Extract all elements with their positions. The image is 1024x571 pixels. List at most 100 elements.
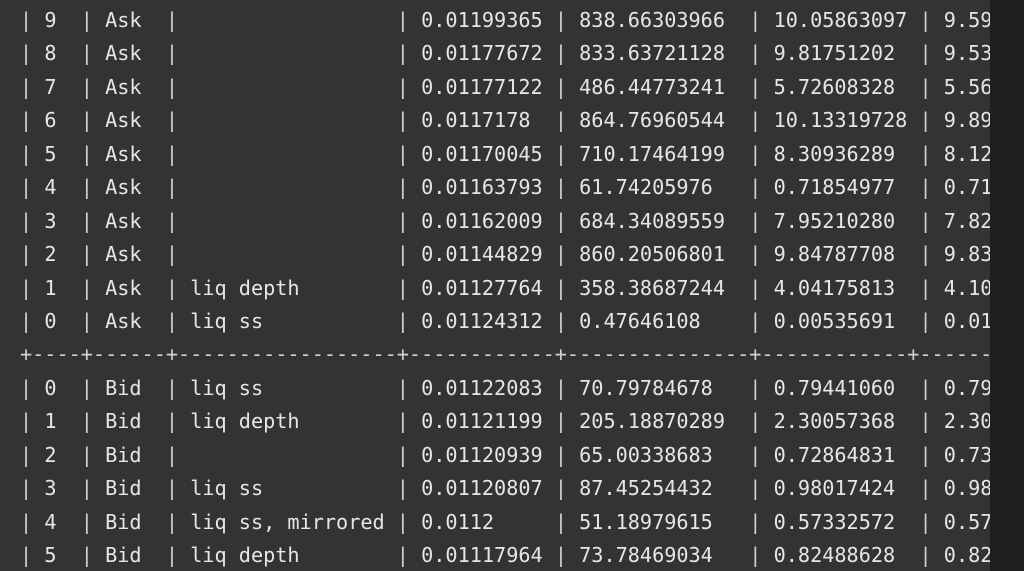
table-row: | 3 | Bid | liq ss | 0.01120807 | 87.452… bbox=[20, 472, 990, 505]
column-separator: | bbox=[68, 242, 106, 267]
side-cell: Ask bbox=[105, 275, 154, 300]
level-cell: 0 bbox=[44, 375, 69, 400]
quantity-cell: 684.34089559 bbox=[579, 208, 738, 233]
column-separator: | bbox=[737, 476, 774, 501]
column-separator: | bbox=[384, 442, 422, 467]
column-separator: | bbox=[542, 108, 580, 133]
price-cell: 0.01199365 bbox=[421, 8, 543, 32]
tag-cell bbox=[190, 209, 384, 233]
column-separator: | bbox=[907, 41, 944, 66]
value-cell: 8.30936289 bbox=[773, 141, 908, 166]
quantity-cell: 0.47646108 bbox=[579, 308, 738, 333]
column-separator: | bbox=[20, 141, 45, 166]
column-separator: | bbox=[153, 175, 191, 200]
column-separator: | bbox=[907, 242, 944, 267]
tag-cell bbox=[190, 175, 384, 199]
quantity-cell: 864.76960544 bbox=[579, 108, 738, 133]
total-cell: 2.30 bbox=[943, 409, 990, 434]
column-separator: | bbox=[384, 208, 422, 233]
column-separator: | bbox=[737, 108, 774, 133]
side-cell: Bid bbox=[105, 509, 154, 534]
table-row: | 2 | Ask | | 0.01144829 | 860.20506801 … bbox=[20, 238, 990, 271]
table-row: | 2 | Bid | | 0.01120939 | 65.00338683 |… bbox=[20, 439, 990, 472]
price-cell: 0.01144829 bbox=[421, 242, 543, 267]
quantity-cell: 70.79784678 bbox=[579, 375, 738, 400]
column-separator: | bbox=[20, 476, 45, 501]
column-separator: | bbox=[20, 543, 45, 567]
side-cell: Ask bbox=[105, 74, 154, 99]
column-separator: | bbox=[68, 275, 106, 300]
price-cell: 0.0112 bbox=[421, 509, 543, 534]
column-separator: | bbox=[153, 208, 191, 233]
column-separator: | bbox=[68, 442, 106, 467]
column-separator: | bbox=[384, 175, 422, 200]
tag-cell bbox=[190, 8, 384, 32]
column-separator: | bbox=[542, 442, 580, 467]
value-cell: 0.72864831 bbox=[773, 442, 908, 467]
column-separator: | bbox=[737, 275, 774, 300]
column-separator: | bbox=[20, 308, 45, 333]
level-cell: 4 bbox=[44, 509, 69, 534]
table-row: | 7 | Ask | | 0.01177122 | 486.44773241 … bbox=[20, 71, 990, 104]
tag-cell: liq ss bbox=[190, 476, 385, 501]
quantity-cell: 486.44773241 bbox=[579, 74, 738, 99]
price-cell: 0.01163793 bbox=[421, 175, 543, 200]
column-separator: | bbox=[68, 476, 106, 501]
column-separator: | bbox=[384, 242, 422, 267]
column-separator: | bbox=[737, 543, 774, 567]
column-separator: | bbox=[153, 242, 191, 267]
column-separator: | bbox=[542, 509, 580, 534]
table-row: | 0 | Bid | liq ss | 0.01122083 | 70.797… bbox=[20, 372, 990, 405]
quantity-cell: 205.18870289 bbox=[579, 409, 738, 434]
level-cell: 7 bbox=[44, 74, 69, 99]
column-separator: | bbox=[20, 8, 45, 32]
total-cell: 0.71 bbox=[943, 175, 990, 200]
level-cell: 3 bbox=[44, 208, 69, 233]
value-cell: 0.82488628 bbox=[773, 543, 908, 567]
total-cell: 0.82 bbox=[943, 543, 990, 567]
side-cell: Bid bbox=[105, 375, 154, 400]
side-cell: Bid bbox=[105, 543, 154, 567]
column-separator: | bbox=[384, 74, 422, 99]
column-separator: | bbox=[153, 442, 191, 467]
column-separator: | bbox=[384, 509, 422, 534]
column-separator: | bbox=[68, 175, 106, 200]
side-cell: Ask bbox=[105, 41, 154, 66]
column-separator: | bbox=[20, 509, 45, 534]
column-separator: | bbox=[737, 208, 774, 233]
tag-cell bbox=[190, 242, 384, 266]
column-separator: | bbox=[737, 41, 774, 66]
price-cell: 0.01124312 bbox=[421, 308, 543, 333]
side-cell: Ask bbox=[105, 175, 154, 200]
quantity-cell: 51.18979615 bbox=[579, 509, 738, 534]
total-cell: 5.56 bbox=[943, 74, 990, 99]
column-separator: | bbox=[384, 275, 422, 300]
value-cell: 0.79441060 bbox=[773, 375, 908, 400]
column-separator: | bbox=[68, 74, 106, 99]
column-separator: | bbox=[20, 375, 45, 400]
value-cell: 10.13319728 bbox=[773, 108, 908, 133]
table-row: | 6 | Ask | | 0.0117178 | 864.76960544 |… bbox=[20, 104, 990, 137]
column-separator: | bbox=[384, 375, 422, 400]
column-separator: | bbox=[68, 8, 106, 32]
column-separator: | bbox=[542, 409, 580, 434]
level-cell: 0 bbox=[44, 308, 69, 333]
column-separator: | bbox=[20, 41, 45, 66]
total-cell: 0.57 bbox=[943, 509, 990, 534]
total-cell: 4.10 bbox=[943, 275, 990, 300]
column-separator: | bbox=[907, 476, 944, 501]
table-row: | 3 | Ask | | 0.01162009 | 684.34089559 … bbox=[20, 205, 990, 238]
column-separator: | bbox=[153, 108, 191, 133]
price-cell: 0.01177122 bbox=[421, 74, 543, 99]
total-cell: 9.53 bbox=[943, 41, 990, 66]
column-separator: | bbox=[542, 476, 580, 501]
table-row: | 1 | Ask | liq depth | 0.01127764 | 358… bbox=[20, 272, 990, 305]
value-cell: 7.95210280 bbox=[773, 208, 908, 233]
column-separator: | bbox=[20, 242, 45, 267]
tag-cell: liq depth bbox=[190, 409, 385, 434]
price-cell: 0.0117178 bbox=[421, 108, 543, 133]
column-separator: | bbox=[68, 41, 106, 66]
value-cell: 9.84787708 bbox=[773, 242, 908, 267]
price-cell: 0.01120939 bbox=[421, 442, 543, 467]
quantity-cell: 65.00338683 bbox=[579, 442, 738, 467]
